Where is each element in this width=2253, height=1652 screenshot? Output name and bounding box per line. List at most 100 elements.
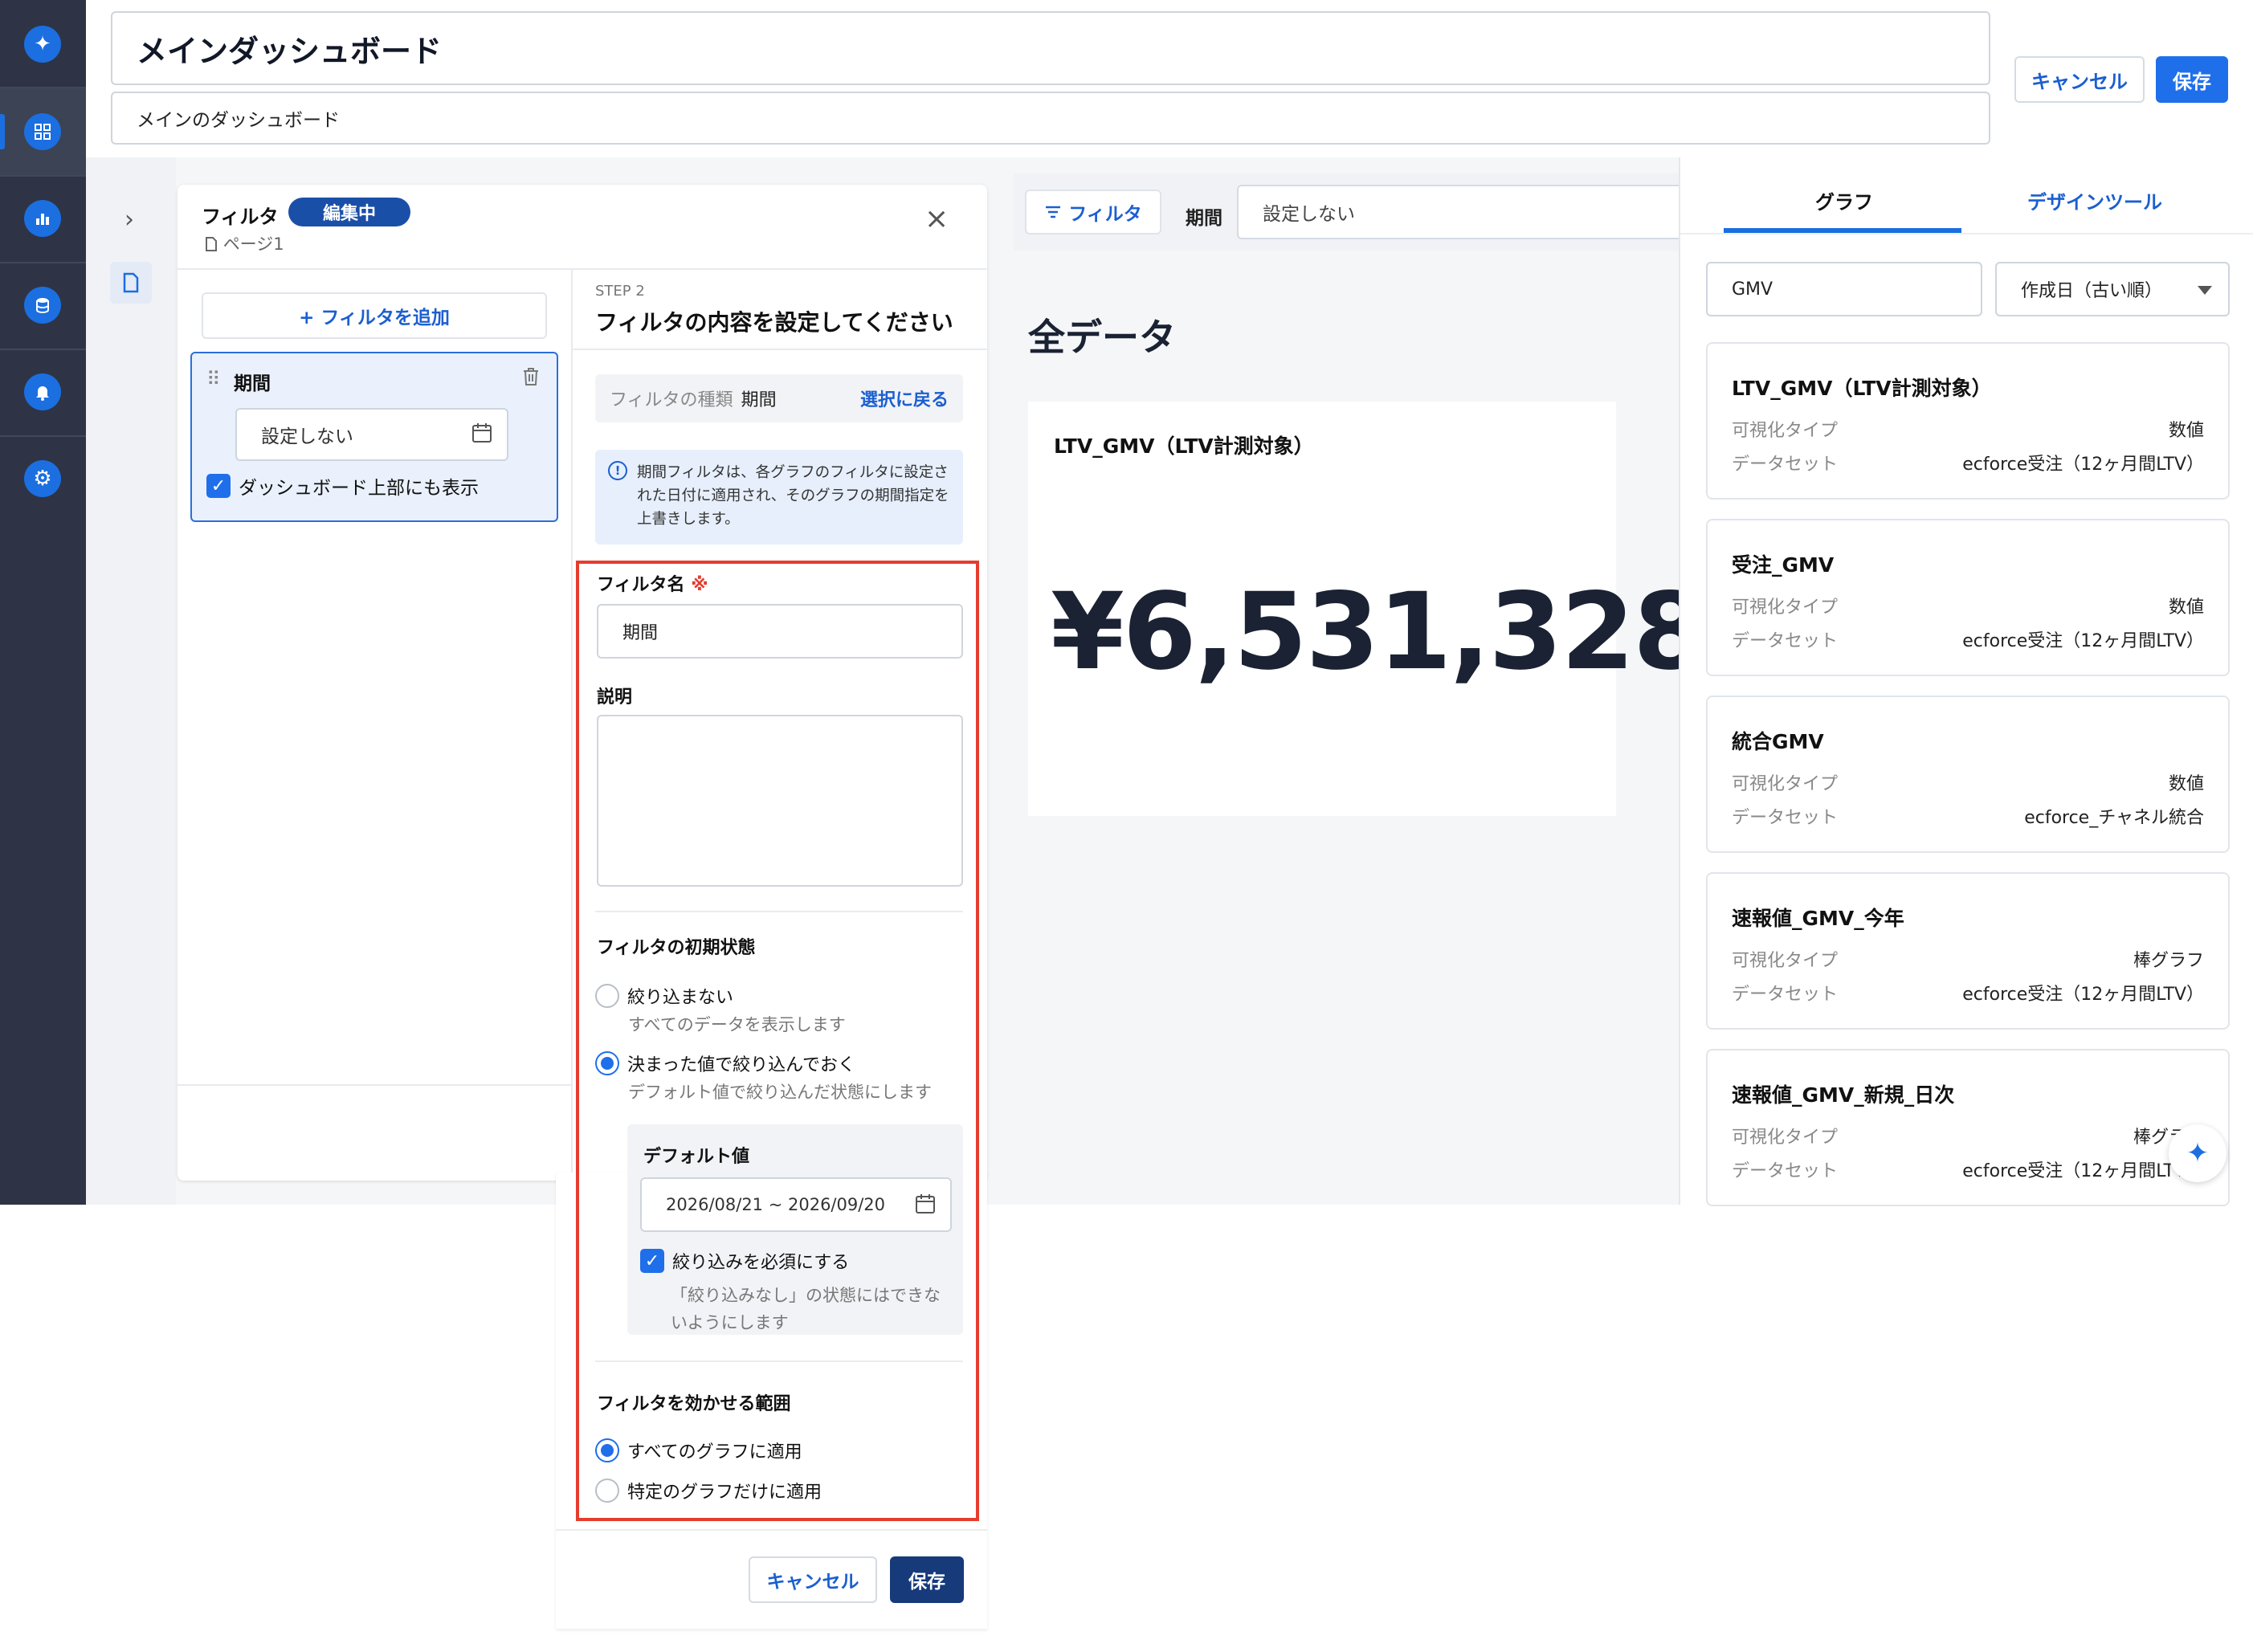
graph-card-dataset-key: データセット bbox=[1732, 985, 1839, 1005]
graph-card-title: 受注_GMV bbox=[1732, 553, 1835, 577]
dashboard-description-input[interactable]: メインのダッシュボード bbox=[111, 92, 1990, 145]
left-nav-rail: ✦ ⚙ bbox=[0, 0, 86, 1205]
trash-icon[interactable] bbox=[521, 366, 541, 390]
graph-card[interactable]: LTV_GMV（LTV計測対象） 可視化タイプ 数値 データセット ecforc… bbox=[1706, 342, 2230, 500]
panel-column-divider bbox=[571, 268, 573, 1181]
graph-library-panel: グラフ デザインツール GMV 作成日（古い順） LTV_GMV（LTV計測対象… bbox=[1679, 157, 2253, 1206]
dashboard-title-input[interactable]: メインダッシュボード bbox=[111, 11, 1990, 85]
rail-active-indicator bbox=[0, 114, 5, 149]
show-on-top-label: ダッシュボード上部にも表示 bbox=[239, 478, 479, 499]
preview-filter-button[interactable]: フィルタ bbox=[1025, 190, 1161, 235]
checkmark-icon: ✓ bbox=[206, 474, 231, 498]
graph-card-dataset-value: ecforce_チャネル統合 bbox=[2024, 808, 2204, 828]
chart-icon[interactable] bbox=[24, 200, 61, 237]
filter-list-item[interactable]: ⠿ 期間 設定しない ✓ ダッシュボード上部にも表示 bbox=[190, 352, 558, 522]
graph-card-title: 速報値_GMV_新規_日次 bbox=[1732, 1083, 1955, 1107]
ai-assistant-sparkle-icon[interactable]: ✦ bbox=[2169, 1124, 2226, 1182]
graph-card-title: 統合GMV bbox=[1732, 730, 1824, 753]
rail-divider bbox=[0, 349, 86, 350]
database-icon[interactable] bbox=[24, 287, 61, 324]
preview-period-input[interactable]: 設定しない bbox=[1237, 185, 1687, 239]
graph-search-input[interactable]: GMV bbox=[1706, 262, 1982, 316]
graph-card-dataset-value: ecforce受注（12ヶ月間LTV） bbox=[1962, 985, 2204, 1005]
dashboard-icon[interactable] bbox=[24, 113, 61, 150]
header-save-button[interactable]: 保存 bbox=[2156, 56, 2228, 103]
show-on-top-checkbox[interactable]: ✓ ダッシュボード上部にも表示 bbox=[206, 472, 479, 500]
filter-item-date-input[interactable]: 設定しない bbox=[235, 408, 508, 461]
header-cancel-button[interactable]: キャンセル bbox=[2014, 56, 2145, 103]
graph-card-type-value: 棒グラフ bbox=[2133, 951, 2204, 971]
graph-card-title: 速報値_GMV_今年 bbox=[1732, 907, 1904, 930]
filter-panel-extension: キャンセル 保存 bbox=[556, 1173, 987, 1629]
graph-card[interactable]: 速報値_GMV_新規_日次 可視化タイプ 棒グラフ データセット ecforce… bbox=[1706, 1049, 2230, 1206]
graph-card-dataset-key: データセット bbox=[1732, 1161, 1839, 1181]
filter-type-key: フィルタの種類 bbox=[610, 390, 733, 410]
metric-value: ¥6,531,328 bbox=[1051, 570, 1707, 694]
add-filter-button[interactable]: + フィルタを追加 bbox=[202, 292, 547, 339]
sort-select[interactable]: 作成日（古い順） bbox=[1995, 262, 2230, 316]
tab-divider bbox=[1680, 233, 2253, 235]
info-notice: ! 期間フィルタは、各グラフのフィルタに設定された日付に適用され、そのグラフの期… bbox=[595, 450, 963, 545]
graph-card-dataset-key: データセット bbox=[1732, 455, 1839, 475]
metric-title: LTV_GMV（LTV計測対象） bbox=[1054, 434, 1314, 458]
drag-handle-icon[interactable]: ⠿ bbox=[206, 368, 221, 390]
graph-card-type-key: 可視化タイプ bbox=[1732, 421, 1839, 441]
preview-filter-label: フィルタ bbox=[1068, 204, 1142, 225]
graph-card[interactable]: 速報値_GMV_今年 可視化タイプ 棒グラフ データセット ecforce受注（… bbox=[1706, 872, 2230, 1030]
panel-divider bbox=[178, 1084, 571, 1086]
page-name: ページ1 bbox=[222, 235, 284, 254]
filter-cancel-button[interactable]: キャンセル bbox=[749, 1556, 877, 1603]
rail-divider bbox=[0, 435, 86, 437]
section-title: 全データ bbox=[1028, 316, 1176, 359]
graph-card-type-value: 数値 bbox=[2168, 421, 2204, 441]
filter-panel-page: ページ1 bbox=[205, 231, 284, 255]
page-icon bbox=[206, 237, 217, 251]
page-icon[interactable] bbox=[110, 262, 152, 304]
filter-item-date-value: 設定しない bbox=[261, 426, 353, 447]
tab-graph[interactable]: グラフ bbox=[1815, 186, 1873, 214]
rail-divider bbox=[0, 262, 86, 263]
footer-divider bbox=[556, 1529, 987, 1531]
graph-card-dataset-value: ecforce受注（12ヶ月間LTV） bbox=[1962, 455, 2204, 475]
gear-icon[interactable]: ⚙ bbox=[24, 460, 61, 497]
graph-card-dataset-key: データセット bbox=[1732, 808, 1839, 828]
graph-card-type-value: 数値 bbox=[2168, 774, 2204, 794]
page-sidebar: › bbox=[86, 157, 176, 1205]
graph-card-dataset-value: ecforce受注（12ヶ月間LTV） bbox=[1962, 1161, 2204, 1181]
ai-sparkle-icon[interactable]: ✦ bbox=[24, 26, 61, 63]
close-icon[interactable]: × bbox=[924, 202, 949, 235]
panel-divider bbox=[178, 268, 987, 270]
bell-icon[interactable] bbox=[24, 373, 61, 410]
step-title: フィルタの内容を設定してください bbox=[595, 309, 953, 336]
graph-card-type-key: 可視化タイプ bbox=[1732, 951, 1839, 971]
metric-card[interactable]: LTV_GMV（LTV計測対象） ¥6,531,328 bbox=[1028, 402, 1707, 816]
editing-status-badge: 編集中 bbox=[288, 198, 410, 226]
info-text: 期間フィルタは、各グラフのフィルタに設定された日付に適用され、そのグラフの期間指… bbox=[637, 464, 949, 528]
sort-select-value: 作成日（古い順） bbox=[2021, 281, 2163, 301]
graph-card-dataset-value: ecforce受注（12ヶ月間LTV） bbox=[1962, 631, 2204, 651]
caret-down-icon bbox=[2198, 286, 2212, 295]
graph-card-dataset-key: データセット bbox=[1732, 631, 1839, 651]
filter-save-button[interactable]: 保存 bbox=[890, 1556, 964, 1603]
preview-period-label: 期間 bbox=[1186, 208, 1222, 229]
calendar-icon bbox=[471, 422, 492, 448]
graph-card[interactable]: 統合GMV 可視化タイプ 数値 データセット ecforce_チャネル統合 bbox=[1706, 695, 2230, 853]
step-divider bbox=[573, 349, 987, 350]
graph-card-type-key: 可視化タイプ bbox=[1732, 598, 1839, 618]
filter-item-name: 期間 bbox=[234, 373, 271, 394]
graph-card-title: LTV_GMV（LTV計測対象） bbox=[1732, 377, 1992, 400]
graph-card-type-key: 可視化タイプ bbox=[1732, 774, 1839, 794]
chevron-right-icon[interactable]: › bbox=[124, 206, 134, 234]
rail-divider bbox=[0, 175, 86, 177]
filter-panel-title: フィルタ bbox=[202, 206, 279, 228]
filter-edit-panel: フィルタ 編集中 ページ1 × + フィルタを追加 ⠿ 期間 設定しない ✓ ダ… bbox=[178, 185, 987, 1181]
filter-type-value: 期間 bbox=[741, 390, 777, 410]
back-to-selection-link[interactable]: 選択に戻る bbox=[860, 385, 949, 411]
filter-type-row: フィルタの種類 期間 選択に戻る bbox=[595, 374, 963, 422]
graph-card-type-value: 数値 bbox=[2168, 598, 2204, 618]
graph-card[interactable]: 受注_GMV 可視化タイプ 数値 データセット ecforce受注（12ヶ月間L… bbox=[1706, 519, 2230, 676]
info-icon: ! bbox=[608, 461, 627, 480]
step-label: STEP 2 bbox=[595, 283, 645, 300]
tab-design-tool[interactable]: デザインツール bbox=[2027, 186, 2162, 214]
graph-card-type-key: 可視化タイプ bbox=[1732, 1128, 1839, 1148]
